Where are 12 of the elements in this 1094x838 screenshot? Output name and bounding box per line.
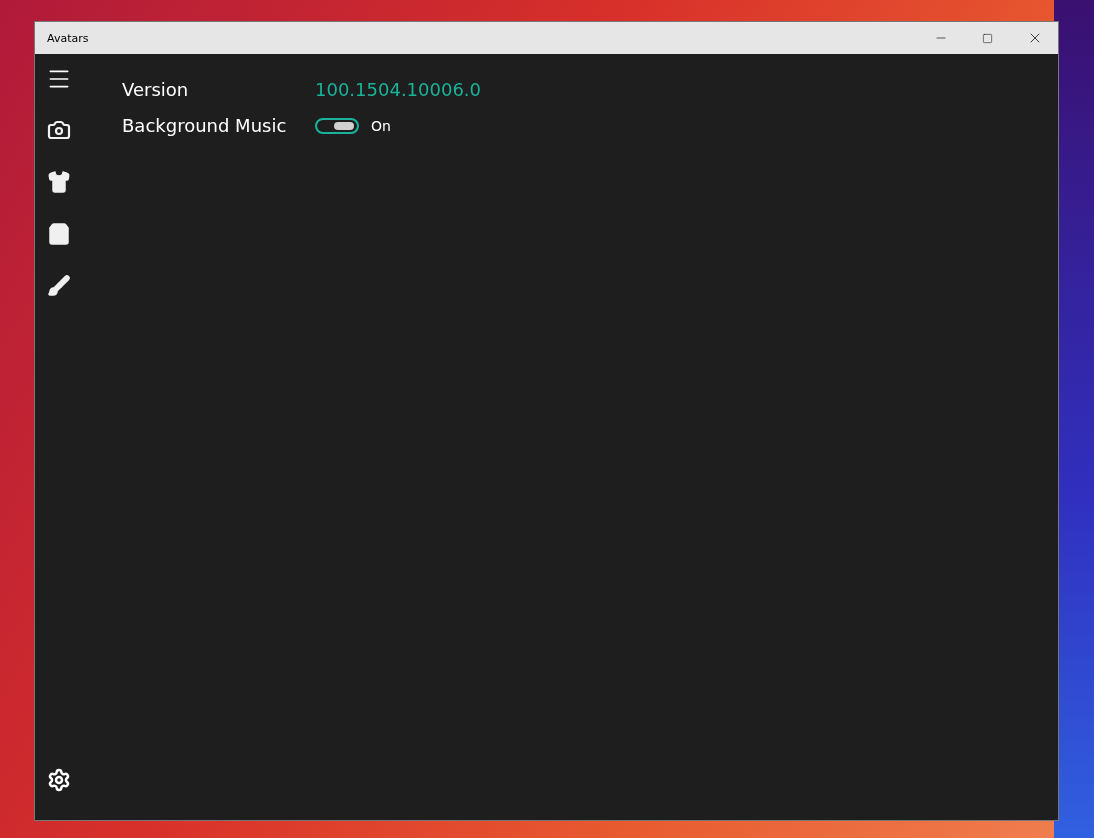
- setting-label: Background Music: [122, 114, 288, 138]
- settings-icon: [47, 768, 71, 792]
- maximize-icon: [982, 32, 993, 44]
- toggle-state: On: [371, 118, 391, 134]
- brush-icon: [47, 274, 71, 298]
- shopping-bag-icon: [47, 222, 71, 246]
- shirt-icon: [47, 170, 71, 194]
- window-title: Avatars: [47, 31, 90, 45]
- setting-label: Version: [122, 78, 190, 102]
- toggle-switch[interactable]: [315, 118, 359, 134]
- camera-icon: [47, 118, 71, 142]
- version-value: 100.1504.10006.0: [315, 78, 482, 102]
